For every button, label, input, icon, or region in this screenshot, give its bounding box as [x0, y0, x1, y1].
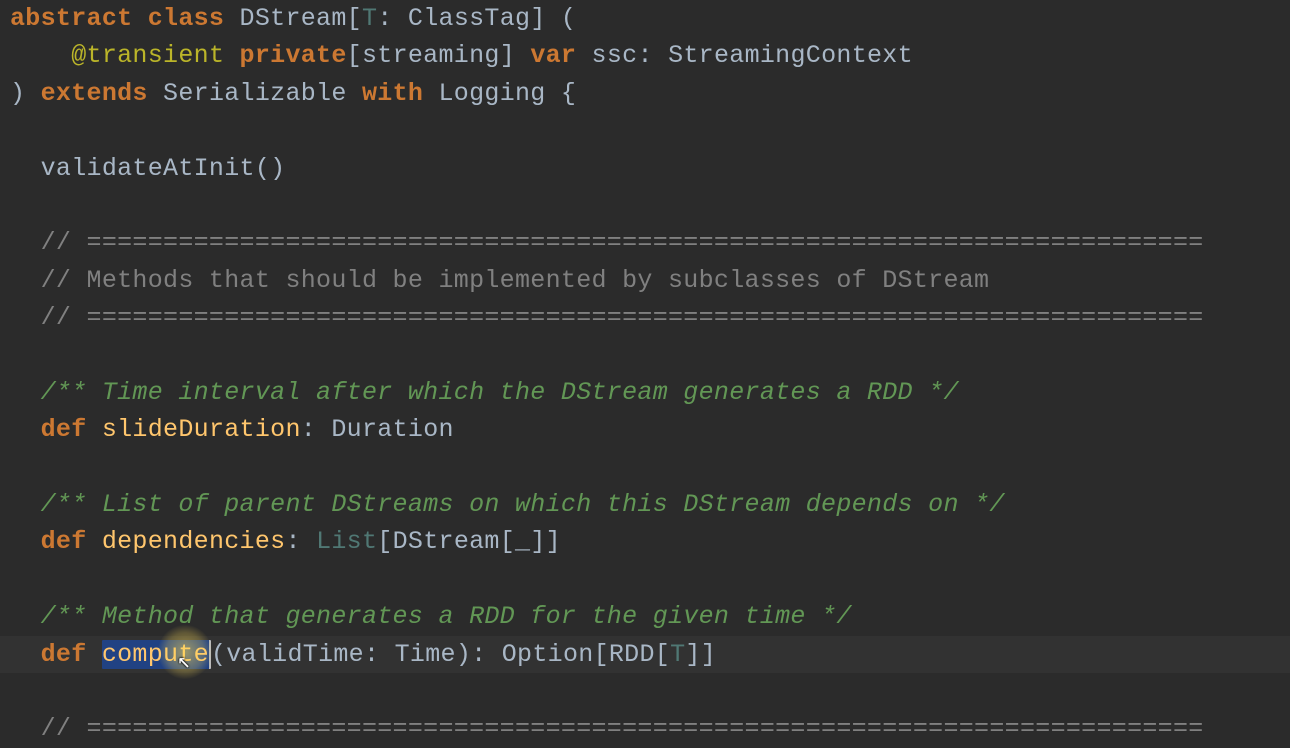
keyword-def: def — [41, 640, 102, 669]
type-list: List — [316, 527, 377, 556]
code-line[interactable]: // =====================================… — [0, 299, 1290, 336]
comment-rule: // =====================================… — [10, 303, 1204, 332]
type-param: T — [362, 4, 377, 33]
comment-section: // Methods that should be implemented by… — [10, 266, 989, 295]
method-dependencies: dependencies — [102, 527, 286, 556]
params-open: (validTime: — [211, 640, 395, 669]
code-line[interactable]: abstract class DStream[T: ClassTag] ( — [0, 0, 1290, 37]
param-name: ssc — [592, 41, 638, 70]
bracket: [ — [594, 640, 609, 669]
paren-close: ) — [10, 79, 41, 108]
indent — [10, 527, 41, 556]
bracket: [ — [377, 527, 392, 556]
type-time: Time — [395, 640, 456, 669]
code-line[interactable] — [0, 449, 1290, 486]
class-name: DStream — [240, 4, 347, 33]
keyword-private: private — [240, 41, 347, 70]
code-line[interactable]: validateAtInit() — [0, 150, 1290, 187]
type-option: Option — [502, 640, 594, 669]
keyword-def: def — [41, 527, 102, 556]
doc-comment: /** Method that generates a RDD for the … — [10, 602, 852, 631]
colon: : — [301, 415, 332, 444]
type-dstream: DStream — [393, 527, 500, 556]
type-param: T — [670, 640, 685, 669]
code-line[interactable] — [0, 112, 1290, 149]
code-line[interactable]: ) extends Serializable with Logging { — [0, 75, 1290, 112]
type-rdd: RDD — [609, 640, 655, 669]
bracket: [ — [347, 4, 362, 33]
code-line[interactable]: // =====================================… — [0, 710, 1290, 747]
type-bound: : — [377, 4, 408, 33]
bracket: [_]] — [500, 527, 561, 556]
code-line[interactable] — [0, 673, 1290, 710]
keyword-abstract-class: abstract class — [10, 4, 240, 33]
keyword-with: with — [362, 79, 439, 108]
type-classtag: ClassTag — [408, 4, 530, 33]
code-line-current[interactable]: def compute(validTime: Time): Option[RDD… — [0, 636, 1290, 673]
indent — [10, 415, 41, 444]
access-qualifier: [streaming] — [347, 41, 531, 70]
keyword-def: def — [41, 415, 102, 444]
code-line[interactable]: /** List of parent DStreams on which thi… — [0, 486, 1290, 523]
method-compute-highlighted: compute — [102, 640, 211, 669]
indent — [10, 41, 71, 70]
indent — [10, 640, 41, 669]
keyword-var: var — [530, 41, 591, 70]
code-line[interactable]: // =====================================… — [0, 224, 1290, 261]
method-slideduration: slideDuration — [102, 415, 301, 444]
method-call: validateAtInit() — [10, 154, 285, 183]
code-line[interactable]: // Methods that should be implemented by… — [0, 262, 1290, 299]
type-streamingcontext: StreamingContext — [668, 41, 913, 70]
code-line[interactable] — [0, 187, 1290, 224]
annotation-transient: @transient — [71, 41, 239, 70]
code-line[interactable]: def slideDuration: Duration — [0, 411, 1290, 448]
paren-open: ] ( — [530, 4, 576, 33]
doc-comment: /** List of parent DStreams on which thi… — [10, 490, 1005, 519]
code-line[interactable] — [0, 561, 1290, 598]
colon: : — [285, 527, 316, 556]
type-duration: Duration — [331, 415, 453, 444]
code-line[interactable]: def dependencies: List[DStream[_]] — [0, 523, 1290, 560]
code-line[interactable]: /** Method that generates a RDD for the … — [0, 598, 1290, 635]
colon: : — [637, 41, 668, 70]
bracket: [ — [655, 640, 670, 669]
code-editor[interactable]: abstract class DStream[T: ClassTag] ( @t… — [0, 0, 1290, 748]
type-serializable: Serializable — [163, 79, 362, 108]
params-close: ): — [456, 640, 502, 669]
code-line[interactable]: @transient private[streaming] var ssc: S… — [0, 37, 1290, 74]
bracket-close: ]] — [685, 640, 716, 669]
keyword-extends: extends — [41, 79, 163, 108]
code-line[interactable] — [0, 337, 1290, 374]
code-line[interactable]: /** Time interval after which the DStrea… — [0, 374, 1290, 411]
doc-comment: /** Time interval after which the DStrea… — [10, 378, 959, 407]
comment-rule: // =====================================… — [10, 228, 1204, 257]
comment-rule: // =====================================… — [10, 714, 1204, 743]
type-logging: Logging { — [438, 79, 576, 108]
